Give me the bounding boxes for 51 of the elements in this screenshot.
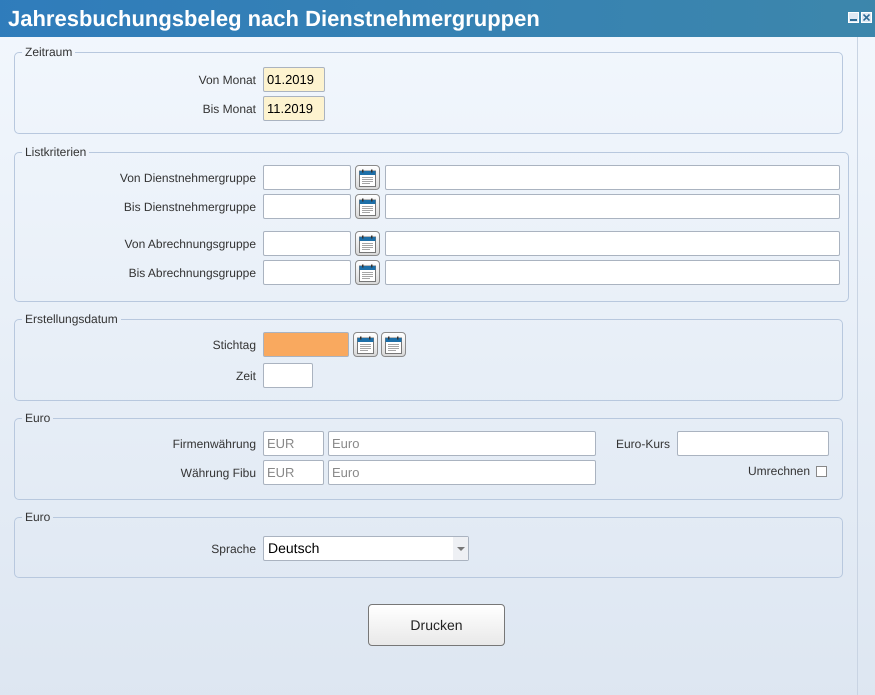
field-label: Euro-Kurs <box>616 436 672 452</box>
group-title: Listkriterien <box>24 144 88 161</box>
field-label: Bis Dienstnehmergruppe <box>122 198 257 216</box>
close-icon <box>863 14 870 21</box>
field-label: Zeit <box>234 368 257 384</box>
field-label: Bis Monat <box>202 100 257 118</box>
calendar-icon <box>359 264 376 282</box>
checkbox-label: Umrechnen <box>748 463 812 480</box>
field-label: Stichtag <box>212 336 257 354</box>
minimize-button[interactable] <box>848 12 859 23</box>
calendar-button[interactable] <box>381 332 406 357</box>
exchange-rate-field[interactable] <box>677 431 830 456</box>
window-title: Jahresbuchungsbeleg nach Dienstnehmergruppen <box>8 8 541 30</box>
field-label: Von Dienstnehmergruppe <box>118 170 257 186</box>
calendar-icon <box>385 336 402 354</box>
code-field[interactable] <box>263 194 351 219</box>
close-button[interactable] <box>861 12 872 23</box>
description-field[interactable] <box>385 260 840 285</box>
description-field[interactable] <box>385 231 840 256</box>
code-field[interactable] <box>263 165 351 190</box>
month-field[interactable]: 01.2019 <box>263 67 325 92</box>
code-field[interactable] <box>263 260 351 285</box>
description-field[interactable] <box>385 194 840 219</box>
calendar-icon <box>359 234 376 252</box>
field-label: Sprache <box>210 540 257 558</box>
calendar-button[interactable] <box>355 194 380 219</box>
calendar-icon <box>357 336 374 354</box>
calendar-button[interactable] <box>355 231 380 256</box>
date-field[interactable] <box>263 332 349 357</box>
calendar-button[interactable] <box>355 260 380 285</box>
code-field[interactable] <box>263 231 351 256</box>
group-title: Erstellungsdatum <box>24 311 119 328</box>
calendar-button[interactable] <box>353 332 378 357</box>
group-title: Zeitraum <box>24 44 74 61</box>
language-dropdown[interactable]: Deutsch <box>263 536 469 561</box>
group-title: Euro <box>24 410 52 427</box>
print-button[interactable]: Drucken <box>368 604 505 646</box>
checkbox[interactable] <box>816 466 828 476</box>
description-field[interactable] <box>385 165 840 190</box>
field-label: Von Abrechnungsgruppe <box>124 236 257 252</box>
field-label: Firmenwährung <box>172 436 257 452</box>
field-label: Bis Abrechnungsgruppe <box>128 264 257 282</box>
field-label: Von Monat <box>198 72 257 88</box>
field-label: Währung Fibu <box>180 464 257 482</box>
calendar-button[interactable] <box>355 165 380 190</box>
calendar-icon <box>359 168 376 186</box>
dropdown-arrow-icon <box>456 546 464 550</box>
month-field[interactable]: 11.2019 <box>263 96 325 121</box>
calendar-icon <box>359 198 376 216</box>
group-title: Euro <box>24 509 52 526</box>
time-field[interactable] <box>263 363 313 388</box>
